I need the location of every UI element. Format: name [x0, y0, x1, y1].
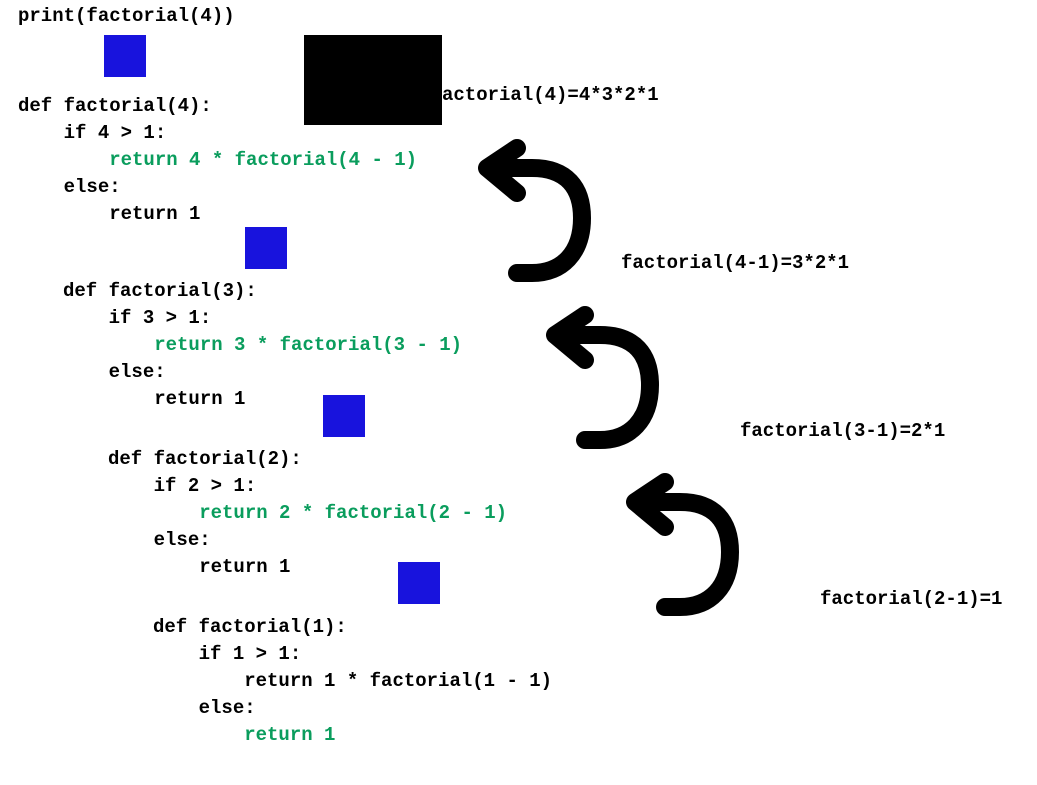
return-arrow-icon-3 [620, 462, 740, 632]
code-fn1-def: def factorial(1): [153, 616, 347, 638]
code-fn2-else: else: [108, 529, 211, 551]
label-factorial-2-1: factorial(2-1)=1 [820, 588, 1002, 610]
code-fn1-return: return 1 * factorial(1 - 1) [153, 670, 552, 692]
code-fn2-return: return 2 * factorial(2 - 1) [108, 502, 507, 524]
black-rectangle [304, 35, 442, 125]
code-fn4-def: def factorial(4): [18, 95, 212, 117]
label-factorial-4: actorial(4)=4*3*2*1 [442, 84, 659, 106]
code-fn2-if: if 2 > 1: [108, 475, 256, 497]
code-fn2-def: def factorial(2): [108, 448, 302, 470]
blue-square-2 [245, 227, 287, 269]
code-fn3-def: def factorial(3): [63, 280, 257, 302]
code-fn2-return1: return 1 [108, 556, 290, 578]
return-arrow-icon-1 [472, 128, 592, 298]
code-fn1-else: else: [153, 697, 256, 719]
code-fn3-else: else: [63, 361, 166, 383]
code-print: print(factorial(4)) [18, 5, 235, 27]
label-factorial-4-1: factorial(4-1)=3*2*1 [621, 252, 849, 274]
code-fn4-return1: return 1 [18, 203, 200, 225]
blue-square-1 [104, 35, 146, 77]
code-fn1-if: if 1 > 1: [153, 643, 301, 665]
blue-square-3 [323, 395, 365, 437]
code-fn4-if: if 4 > 1: [18, 122, 166, 144]
label-factorial-3-1: factorial(3-1)=2*1 [740, 420, 945, 442]
code-fn1-return1: return 1 [153, 724, 335, 746]
code-fn3-if: if 3 > 1: [63, 307, 211, 329]
code-fn4-else: else: [18, 176, 121, 198]
blue-square-4 [398, 562, 440, 604]
code-fn3-return: return 3 * factorial(3 - 1) [63, 334, 462, 356]
code-fn3-return1: return 1 [63, 388, 245, 410]
return-arrow-icon-2 [540, 295, 660, 465]
code-fn4-return: return 4 * factorial(4 - 1) [18, 149, 417, 171]
